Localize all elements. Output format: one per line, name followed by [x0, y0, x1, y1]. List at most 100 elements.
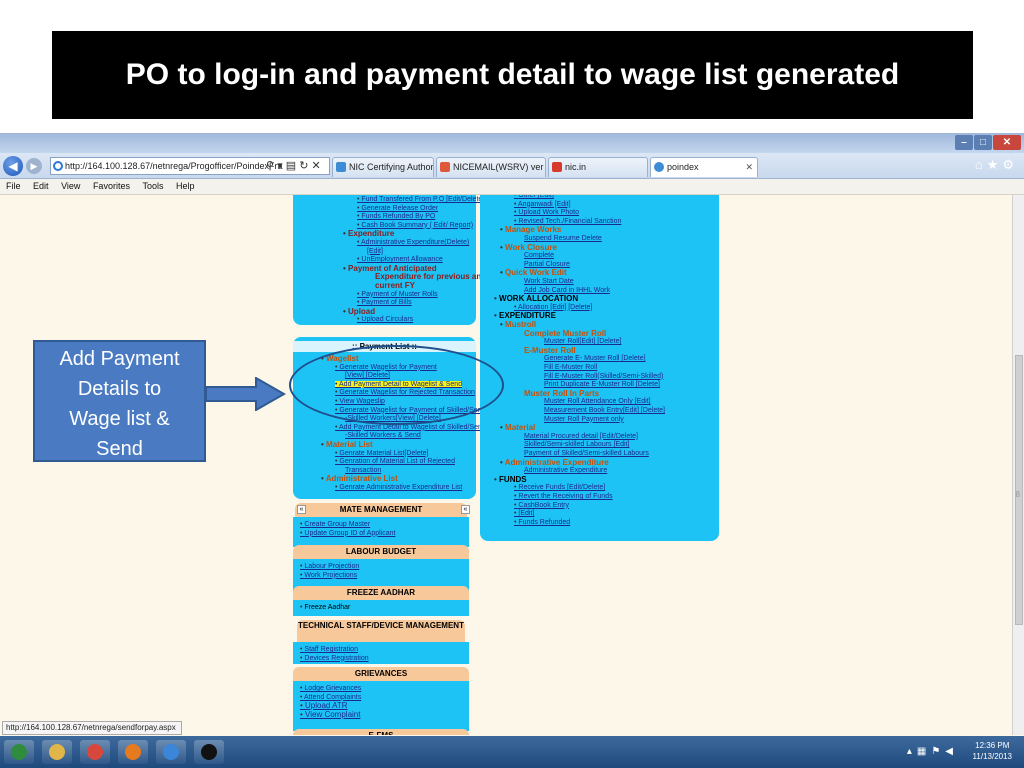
tab-nic-in[interactable]: nic.in [548, 157, 648, 177]
favorites-star-icon[interactable]: ★ [987, 157, 1003, 172]
menu-item[interactable]: CashBook Entry [514, 502, 569, 510]
menu-item[interactable]: Upload Circulars [357, 316, 413, 324]
tab-favicon-icon [440, 162, 450, 172]
address-bar-row: ◀ ▶ http://164.100.128.67/netnrega/Progo… [0, 153, 1024, 179]
windows-taskbar: ▴▦⚑◀ 12:36 PM 11/13/2013 [0, 736, 1024, 768]
menu-item[interactable]: Measurement Book Entry[Edit] [Delete] [544, 407, 665, 415]
menu-item[interactable]: Funds Refunded [514, 519, 570, 527]
stop-icon[interactable]: ✕ [311, 160, 320, 172]
callout-line: Details to [77, 378, 162, 400]
forward-icon[interactable]: ▶ [26, 158, 42, 174]
collapse-toggle-icon[interactable]: « [297, 505, 306, 514]
section-header: MATE MANAGEMENT [295, 503, 467, 517]
dropdown-icon[interactable]: ▾ [277, 160, 283, 172]
section-link[interactable]: Freeze Aadhar [300, 604, 350, 612]
menu-item[interactable]: Muster Roll Attendance Only [Edit] [544, 398, 651, 406]
section-header: TECHNICAL STAFF/DEVICE MANAGEMENT [297, 620, 465, 642]
menu-help[interactable]: Help [170, 179, 199, 191]
menu-item[interactable]: [Edit] [514, 510, 534, 518]
tab-poindex[interactable]: poindex ✕ [650, 157, 758, 177]
home-icon[interactable]: ⌂ [975, 157, 987, 172]
tab-close-icon[interactable]: ✕ [745, 158, 753, 176]
start-orb-icon[interactable] [4, 740, 34, 764]
section-link[interactable]: View Complaint [300, 710, 360, 719]
menu-item[interactable]: Generate E- Muster Roll [Delete] [544, 355, 646, 363]
vertical-scrollbar[interactable] [1012, 195, 1024, 735]
menu-favorites[interactable]: Favorites [87, 179, 134, 191]
section-link[interactable]: Work Projections [300, 572, 357, 580]
ie-icon[interactable] [156, 740, 186, 764]
tab-label: poindex [667, 162, 699, 172]
menu-bar: File Edit View Favorites Tools Help [0, 179, 1024, 195]
menu-item[interactable]: Payment of Muster Rolls [357, 291, 438, 299]
folder-icon[interactable] [42, 740, 72, 764]
back-icon[interactable]: ◀ [3, 156, 23, 176]
right-menu-panel: Other [Edit]Anganwadi [Edit]Upload Work … [480, 195, 719, 541]
section-link[interactable]: Labour Projection [300, 563, 359, 571]
menu-item[interactable]: [Edit] [367, 248, 383, 256]
menu-item[interactable]: Anganwadi [Edit] [514, 201, 571, 209]
menu-item[interactable]: Administrative Expenditure(Delete) [357, 239, 469, 247]
menu-item[interactable]: Other [Edit] [514, 195, 554, 200]
section-link[interactable]: Update Group ID of Applicant [300, 530, 395, 538]
media-player-icon[interactable] [118, 740, 148, 764]
menu-tools[interactable]: Tools [136, 179, 167, 191]
minimize-button[interactable]: – [955, 135, 973, 150]
clock[interactable]: 12:36 PM 11/13/2013 [973, 740, 1012, 762]
menu-item[interactable]: Muster Roll Payment only [544, 416, 624, 424]
menu-item[interactable]: Fill E-Muster Roll(Skilled/Semi-Skilled) [544, 373, 663, 381]
menu-item[interactable]: Funds Refunded By PO [357, 213, 435, 221]
menu-item[interactable]: Genrate Material List[Delete] [335, 450, 429, 458]
chrome-icon[interactable] [80, 740, 110, 764]
section-header: FREEZE AADHAR [293, 586, 469, 600]
close-button[interactable]: ✕ [993, 135, 1021, 150]
menu-item[interactable]: Work Start Date [524, 278, 574, 286]
tab-nic-certifying[interactable]: NIC Certifying Authority [332, 157, 434, 177]
menu-item[interactable]: Upload Work Photo [514, 209, 579, 217]
url-text: http://164.100.128.67/netnrega/Progoffic… [65, 161, 283, 171]
pdf-reader-icon[interactable] [194, 740, 224, 764]
section-link[interactable]: Staff Registration [300, 646, 358, 654]
status-bar-url: http://164.100.128.67/netnrega/sendforpa… [2, 721, 182, 735]
tab-favicon-icon [654, 162, 664, 172]
tab-nicemail[interactable]: NICEMAIL(WSRV) ver 5.... [436, 157, 546, 177]
menu-item[interactable]: Genrate Administrative Expenditure List [335, 484, 462, 492]
network-icon[interactable]: ▦ [917, 746, 931, 757]
refresh-icon[interactable]: ↻ [299, 160, 308, 172]
menu-view[interactable]: View [55, 179, 84, 191]
menu-item[interactable]: Genration of Material List of Rejected [335, 458, 455, 466]
tab-label: NICEMAIL(WSRV) ver 5.... [453, 162, 545, 172]
tab-label: nic.in [565, 162, 587, 172]
menu-item[interactable]: Revert the Receiving of Funds [514, 493, 613, 501]
callout-arrow [206, 377, 286, 411]
compat-icon[interactable]: ▤ [286, 160, 296, 172]
menu-item[interactable]: Complete [524, 252, 554, 260]
menu-item[interactable]: Administrative Expenditure [524, 467, 607, 475]
highlight-ellipse [289, 345, 504, 425]
tray-arrow-icon[interactable]: ▴ [907, 746, 917, 757]
menu-item[interactable]: Add Payment Detail to Wagelist of Skille… [335, 424, 485, 432]
menu-item[interactable]: Generate Release Order [357, 205, 438, 213]
menu-edit[interactable]: Edit [27, 179, 53, 191]
slide-title: PO to log-in and payment detail to wage … [52, 31, 973, 119]
maximize-button[interactable]: □ [974, 135, 992, 150]
search-icon[interactable]: ⚲ [266, 160, 274, 172]
section-header: LABOUR BUDGET [293, 545, 469, 559]
menu-item[interactable]: Fill E-Muster Roll [544, 364, 597, 372]
gear-icon[interactable]: ⚙ [1002, 157, 1018, 172]
menu-item[interactable]: Receive Funds [Edit/Delete] [514, 484, 605, 492]
system-tray: ▴▦⚑◀ [907, 746, 958, 757]
menu-file[interactable]: File [0, 179, 25, 191]
menu-item[interactable]: Skilled/Semi-skilled Labours [Edit] [524, 441, 629, 449]
section-link[interactable]: Devices Registration [300, 655, 369, 663]
volume-icon[interactable]: ◀ [945, 746, 958, 757]
ie-page-icon [53, 161, 63, 171]
callout-box: Add Payment Details to Wage list & Send [33, 340, 206, 462]
menu-item[interactable]: Fund Transfered From P.O [Edit/Delete] [357, 196, 484, 204]
flag-icon[interactable]: ⚑ [931, 746, 945, 757]
address-actions: ⚲ ▾ ▤ ↻ ✕ [266, 159, 321, 172]
menu-item[interactable]: Material Procured detail [Edit/Delete] [524, 433, 638, 441]
collapse-toggle-icon[interactable]: « [461, 505, 470, 514]
section-link[interactable]: Create Group Master [300, 521, 370, 529]
section-link[interactable]: Lodge Grievances [300, 685, 361, 693]
